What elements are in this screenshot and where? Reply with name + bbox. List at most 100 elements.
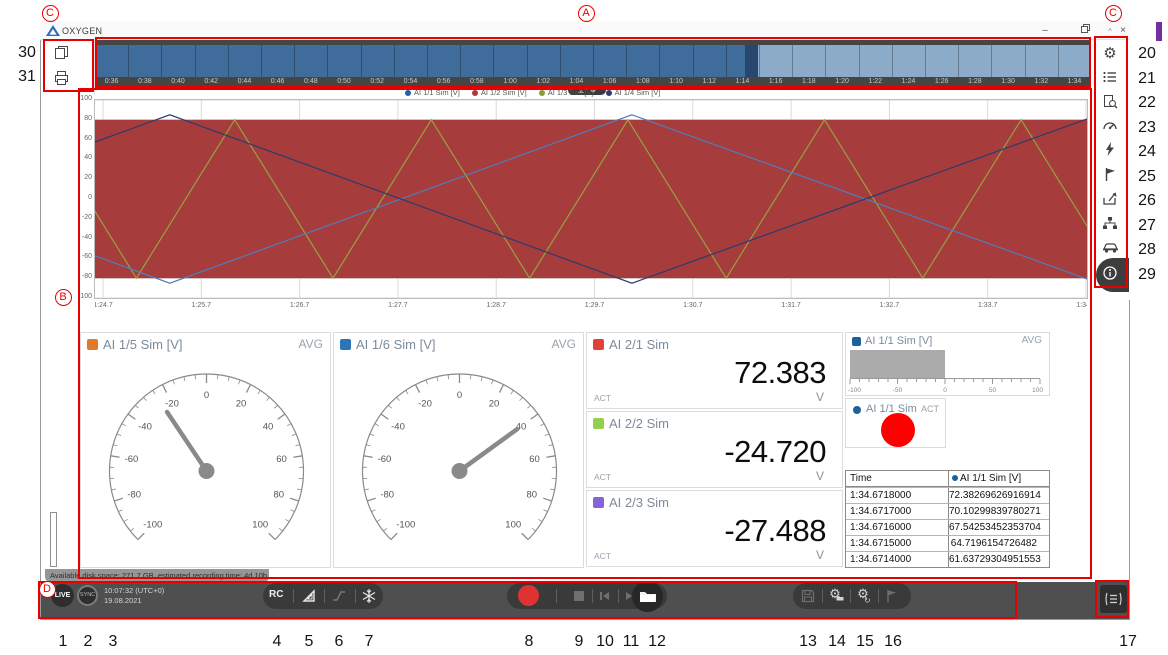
info-icon: [1102, 265, 1118, 281]
screens-overview-button[interactable]: [1100, 585, 1127, 613]
restore-button[interactable]: [1074, 24, 1096, 38]
floppy-icon: [800, 588, 816, 604]
x-axis-label: 1:28.7: [486, 302, 505, 309]
channel-color-swatch: [852, 337, 861, 346]
sidebar-export-button[interactable]: [1098, 191, 1122, 211]
annotation-number-10: 10: [596, 633, 614, 651]
sidebar-network-button[interactable]: [1098, 216, 1122, 236]
svg-text:60: 60: [276, 454, 287, 465]
indicator-widget[interactable]: AI 1/1 Sim ACT: [845, 398, 946, 448]
sidebar-collapse-button[interactable]: ^: [1098, 28, 1122, 38]
flag-icon: [884, 588, 900, 604]
sidebar-channel-list-button[interactable]: [1098, 70, 1122, 90]
folder-icon: [639, 589, 657, 603]
x-axis-label: 1:32.7: [880, 302, 899, 309]
separator: [556, 589, 557, 603]
sidebar-power-button[interactable]: [1098, 240, 1122, 260]
timeline-tick-label: 1:22: [859, 78, 892, 88]
annotation-number-9: 9: [575, 633, 584, 651]
digital-value: -24.720: [724, 434, 826, 470]
skip-to-start-button[interactable]: [598, 589, 614, 605]
table-row: 1:34.671800072.38269626916914: [846, 487, 1049, 503]
table-header-channel: AI 1/1 Sim [V]: [949, 471, 1049, 486]
separator: [822, 589, 823, 603]
record-button[interactable]: [518, 585, 539, 606]
annotation-number-28: 28: [1138, 241, 1156, 259]
clock-display: 10:07:32 (UTC+0) 19.08.2021: [104, 586, 164, 606]
timeline-tick-label: 1:18: [792, 78, 825, 88]
timeline-tick-label: 1:30: [991, 78, 1024, 88]
svg-text:80: 80: [273, 489, 284, 500]
lightning-icon: [1103, 142, 1117, 157]
load-settings-button[interactable]: ⚙: [827, 586, 843, 602]
mode-label: ACT: [921, 404, 939, 414]
x-axis-label: 1:24.7: [95, 302, 113, 309]
timeline-remaining-region[interactable]: [758, 45, 1091, 77]
timeline-tick-label: 0:46: [261, 78, 294, 88]
marker-flag-button[interactable]: [884, 588, 900, 604]
channel-color-swatch: [340, 339, 351, 350]
channel-data-table[interactable]: TimeAI 1/1 Sim [V]1:34.671800072.3826962…: [845, 470, 1050, 568]
y-axis-label: -20: [40, 214, 92, 221]
sidebar-system-info-button[interactable]: [1098, 265, 1122, 285]
bar-meter-widget[interactable]: AI 1/1 Sim [V] AVG -100-50050100: [845, 332, 1050, 396]
x-axis-label: 1:26.7: [290, 302, 309, 309]
annotation-number-31: 31: [18, 68, 36, 86]
widget-header: AI 1/6 Sim [V] AVG: [334, 333, 583, 355]
channel-dot: [952, 475, 958, 481]
timeline-tick-label: 1:16: [759, 78, 792, 88]
printer-icon: [52, 70, 70, 87]
timeline-tick-label: 1:14: [726, 78, 759, 88]
digital-meter-widget[interactable]: AI 2/1 Sim72.383VACT: [586, 332, 843, 409]
widget-header: AI 1/1 Sim [V] AVG: [846, 333, 1049, 349]
sidebar-trigger-button[interactable]: [1098, 142, 1122, 162]
zero-adjust-button[interactable]: [331, 588, 347, 604]
digital-meter-widget[interactable]: AI 2/3 Sim-27.488VACT: [586, 490, 843, 567]
freeze-button[interactable]: [361, 588, 377, 604]
annotation-letter-C: C: [1105, 5, 1122, 22]
sidebar-settings-button[interactable]: ⚙: [1098, 45, 1122, 65]
table-row: 1:34.671400061.63729304951553: [846, 551, 1049, 567]
stop-button[interactable]: [574, 591, 584, 601]
annotation-number-13: 13: [799, 633, 817, 651]
svg-text:-80: -80: [380, 489, 394, 500]
annotation-number-5: 5: [305, 633, 314, 651]
timeline-tick-label: 1:20: [825, 78, 858, 88]
sidebar-reporting-button[interactable]: [1098, 94, 1122, 114]
x-axis-label: 1:29.7: [585, 302, 604, 309]
svg-text:-60: -60: [125, 454, 139, 465]
table-header-time: Time: [846, 471, 949, 486]
open-file-button[interactable]: [632, 581, 663, 612]
sidebar-marker-button[interactable]: [1098, 167, 1122, 187]
minimize-button[interactable]: –: [1034, 24, 1056, 38]
gauge-widget-1[interactable]: AI 1/5 Sim [V] AVG -100-80-60-40-2002040…: [80, 332, 331, 568]
timeline-position-marker[interactable]: [745, 45, 758, 77]
y-axis-label: 40: [40, 154, 92, 161]
bar-meter: -100-50050100: [847, 350, 1048, 395]
print-button[interactable]: [52, 70, 82, 94]
svg-text:-40: -40: [391, 421, 405, 432]
remote-control-button[interactable]: RC: [269, 589, 283, 600]
cell-value: 72.38269626916914: [949, 488, 1049, 503]
sync-settings-button[interactable]: ⚙ ↻: [855, 586, 871, 602]
sync-button[interactable]: SYNC: [77, 585, 98, 606]
recorder-chart[interactable]: [95, 100, 1087, 298]
x-axis-label: 1:25.7: [192, 302, 211, 309]
digital-meter-widget[interactable]: AI 2/2 Sim-24.720VACT: [586, 411, 843, 488]
save-button[interactable]: [800, 588, 816, 604]
annotation-number-16: 16: [884, 633, 902, 651]
sidebar-measurement-button[interactable]: [1098, 118, 1122, 138]
panel-grip-handle[interactable]: [50, 512, 57, 567]
cell-time: 1:34.6718000: [846, 488, 949, 503]
screen-pages-button[interactable]: [52, 45, 82, 69]
annotation-number-11: 11: [623, 633, 640, 651]
calibration-button[interactable]: [301, 588, 317, 604]
annotation-letter-D: D: [39, 581, 56, 598]
annotation-number-27: 27: [1138, 217, 1156, 235]
svg-text:50: 50: [989, 387, 997, 394]
cell-time: 1:34.6715000: [846, 536, 949, 551]
channel-label: AI 1/1 Sim [V]: [865, 335, 932, 347]
svg-text:-60: -60: [378, 454, 392, 465]
gauge-widget-2[interactable]: AI 1/6 Sim [V] AVG -100-80-60-40-2002040…: [333, 332, 584, 568]
skip-start-icon: [598, 589, 612, 603]
